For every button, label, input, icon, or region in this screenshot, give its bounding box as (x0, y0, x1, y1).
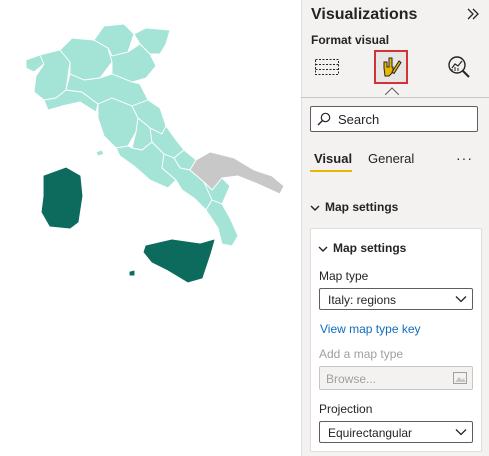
tab-visual[interactable]: Visual (314, 151, 352, 166)
chevron-down-icon (455, 429, 467, 436)
region-pantelleria[interactable] (129, 270, 135, 276)
map-type-label: Map type (319, 269, 369, 283)
chevron-down-icon (310, 205, 320, 211)
browse-input: Browse... (319, 366, 473, 390)
tab-general[interactable]: General (368, 151, 414, 166)
region-calabria[interactable] (205, 199, 239, 247)
italy-regions-map[interactable] (0, 0, 300, 456)
region-sicilia[interactable] (143, 239, 215, 283)
map-settings-card: Map settings Map type Italy: regions Vie… (310, 228, 482, 452)
more-options-icon[interactable]: ··· (456, 150, 473, 166)
region-elba[interactable] (95, 149, 105, 157)
map-settings-section-header[interactable]: Map settings (310, 200, 398, 214)
projection-dropdown[interactable]: Equirectangular (319, 421, 473, 443)
map-type-dropdown[interactable]: Italy: regions (319, 288, 473, 310)
projection-label: Projection (319, 402, 373, 416)
map-canvas[interactable] (0, 0, 300, 456)
card-header[interactable]: Map settings (318, 241, 406, 255)
card-title: Map settings (333, 241, 407, 255)
view-map-type-key-link[interactable]: View map type key (320, 322, 421, 336)
add-map-type-label: Add a map type (319, 347, 404, 361)
search-input[interactable]: Search (310, 106, 478, 132)
active-tab-underline (310, 170, 352, 172)
format-pane: Search Visual General ··· Map settings M… (301, 0, 489, 456)
search-placeholder: Search (338, 112, 380, 127)
chevron-down-icon (318, 246, 328, 252)
section-title: Map settings (325, 200, 399, 214)
image-icon (453, 372, 467, 384)
search-icon (317, 112, 331, 126)
projection-value: Equirectangular (328, 426, 413, 440)
map-type-value: Italy: regions (328, 293, 397, 307)
browse-placeholder: Browse... (326, 372, 377, 386)
chevron-down-icon (455, 296, 467, 303)
region-sardegna[interactable] (41, 167, 83, 229)
